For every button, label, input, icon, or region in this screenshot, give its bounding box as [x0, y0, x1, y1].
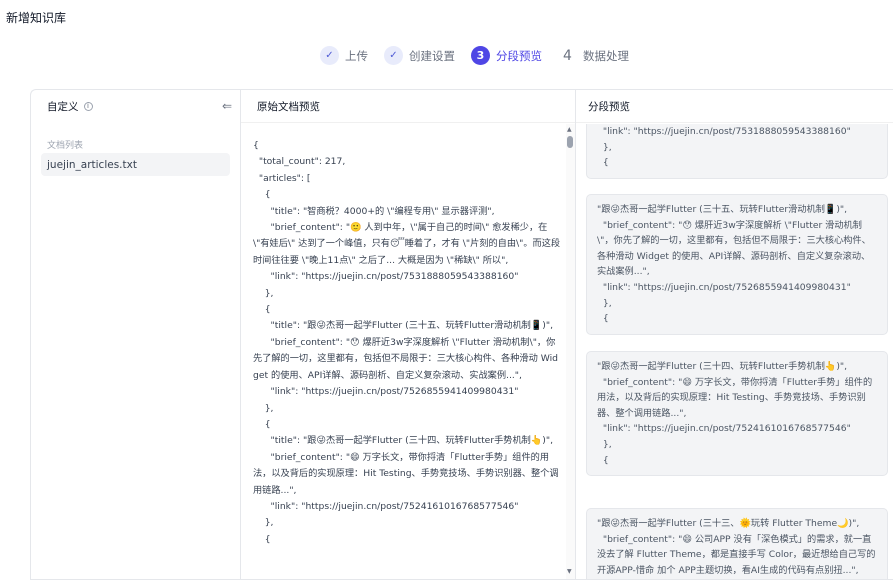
panel-header: 原始文档预览: [241, 90, 575, 123]
segment-text: "跟😜杰哥一起学Flutter (三十三、🌞玩转 Flutter Theme🌙)…: [597, 518, 876, 576]
segment-card[interactable]: "跟😜杰哥一起学Flutter (三十五、玩转Flutter滑动机制📱)", "…: [586, 194, 888, 335]
stepper: ✓ 上传 ✓ 创建设置 3 分段预览 4 数据处理: [320, 46, 645, 65]
original-preview-panel: 原始文档预览 { "total_count": 217, "articles":…: [241, 90, 576, 579]
panel-title: 分段预览: [588, 100, 630, 113]
collapse-icon[interactable]: ⇐: [222, 99, 232, 113]
step-label: 创建设置: [409, 48, 455, 63]
page-title: 新增知识库: [6, 11, 67, 25]
step-number: 3: [471, 46, 490, 65]
main-panel: 自定义 i ⇐ 文档列表 juejin_articles.txt 原始文档预览 …: [30, 89, 893, 580]
info-icon[interactable]: i: [83, 102, 93, 111]
segment-card[interactable]: "跟😜杰哥一起学Flutter (三十三、🌞玩转 Flutter Theme🌙)…: [586, 508, 888, 579]
step-label: 数据处理: [583, 48, 629, 63]
step-upload[interactable]: ✓ 上传: [320, 46, 368, 65]
segment-text: "跟😜杰哥一起学Flutter (三十五、玩转Flutter滑动机制📱)", "…: [597, 204, 871, 325]
segment-card[interactable]: "link": "https://juejin.cn/post/75318880…: [586, 124, 888, 179]
scrollbar-thumb[interactable]: [567, 136, 573, 148]
segment-list: "link": "https://juejin.cn/post/75318880…: [576, 124, 893, 579]
scrollbar[interactable]: ▲ ▼: [566, 124, 575, 579]
panel-header: 分段预览: [576, 90, 893, 123]
check-icon: ✓: [384, 46, 403, 65]
document-content: { "total_count": 217, "articles": [ { "t…: [253, 140, 561, 545]
segment-card[interactable]: "跟😜杰哥一起学Flutter (三十四、玩转Flutter手势机制👆)", "…: [586, 351, 888, 477]
step-data-processing[interactable]: 4 数据处理: [558, 46, 629, 65]
panel-title: 自定义: [47, 101, 79, 113]
step-number: 4: [563, 47, 572, 64]
file-item[interactable]: juejin_articles.txt: [41, 153, 230, 176]
panel-title: 原始文档预览: [257, 100, 320, 113]
file-list-title: 文档列表: [47, 141, 84, 151]
segment-text: "link": "https://juejin.cn/post/75318880…: [602, 126, 851, 169]
document-list-panel: 自定义 i ⇐ 文档列表 juejin_articles.txt: [31, 90, 241, 579]
segment-text: "跟😜杰哥一起学Flutter (三十四、玩转Flutter手势机制👆)", "…: [597, 361, 873, 466]
scroll-down-icon[interactable]: ▼: [567, 568, 572, 575]
step-label: 上传: [345, 48, 368, 63]
scroll-up-icon[interactable]: ▲: [567, 126, 572, 133]
step-create-settings[interactable]: ✓ 创建设置: [384, 46, 455, 65]
step-label: 分段预览: [496, 48, 542, 63]
step-segment-preview[interactable]: 3 分段预览: [471, 46, 542, 65]
original-document-preview: { "total_count": 217, "articles": [ { "t…: [241, 124, 575, 579]
check-icon: ✓: [320, 46, 339, 65]
panel-header: 自定义 i: [31, 90, 240, 123]
segment-preview-panel: 分段预览 "link": "https://juejin.cn/post/753…: [576, 90, 893, 579]
